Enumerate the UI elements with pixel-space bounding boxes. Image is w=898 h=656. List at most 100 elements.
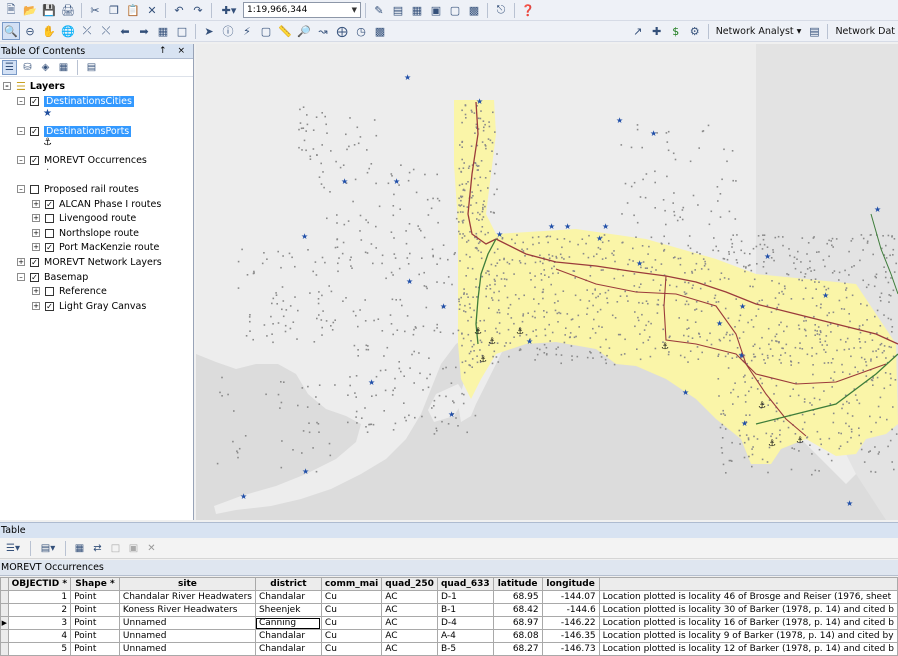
layer-visibility-checkbox[interactable]: ✓	[30, 272, 39, 282]
expand-icon[interactable]: +	[32, 243, 40, 251]
gear-icon[interactable]: ⚙	[686, 22, 704, 40]
table-of-contents-icon[interactable]: ▤	[389, 1, 407, 19]
full-extent-icon[interactable]: 🌐	[59, 22, 77, 40]
zoom-in-icon[interactable]: 🔍	[2, 22, 20, 40]
layer-visibility-checkbox[interactable]	[45, 286, 54, 296]
table-cell[interactable]: -144.6	[541, 603, 600, 617]
table-cell[interactable]: 4	[7, 629, 72, 643]
table-cell[interactable]: Location plotted is locality 46 of Brosg…	[598, 590, 898, 604]
layer-basemap[interactable]: – ✓ Basemap	[17, 270, 88, 284]
table-cell[interactable]: B-1	[436, 603, 494, 617]
cut-icon[interactable]: ✂	[86, 1, 104, 19]
layer-visibility-checkbox[interactable]: ✓	[45, 199, 54, 209]
row-selector[interactable]	[0, 590, 9, 604]
row-selector[interactable]	[0, 642, 9, 656]
table-cell[interactable]: Canning	[254, 616, 322, 630]
back-extent-icon[interactable]: ⬅	[116, 22, 134, 40]
table-cell[interactable]: A-4	[436, 629, 494, 643]
table-cell[interactable]: AC	[381, 616, 438, 630]
table-cell[interactable]: Chandalar	[254, 590, 322, 604]
column-header[interactable]: quad_250	[381, 577, 438, 591]
layer-proposed-rail-routes[interactable]: – Proposed rail routes	[17, 182, 139, 196]
switch-selection-icon[interactable]: ⇄	[90, 541, 105, 556]
delete-selected-icon[interactable]: ▣	[126, 541, 141, 556]
network-dataset-dropdown[interactable]: Network Dat	[832, 26, 898, 37]
new-document-icon[interactable]: 🗎	[2, 1, 20, 19]
collapse-icon[interactable]: –	[17, 156, 25, 164]
time-slider-icon[interactable]: ◷	[352, 22, 370, 40]
list-by-visibility-icon[interactable]: ◈	[38, 60, 53, 75]
table-cell[interactable]: Chandalar River Headwaters	[118, 590, 256, 604]
column-header[interactable]: site	[118, 577, 256, 591]
delete-icon[interactable]: ✕	[143, 1, 161, 19]
list-by-drawing-order-icon[interactable]: ☰	[2, 60, 17, 75]
table-cell[interactable]: 68.97	[492, 616, 543, 630]
table-cell[interactable]: -146.22	[541, 616, 600, 630]
viewer-window-icon[interactable]: ▩	[371, 22, 389, 40]
table-cell[interactable]: Cu	[320, 642, 383, 656]
column-header[interactable]: Shape *	[70, 577, 120, 591]
table-cell[interactable]: -146.73	[541, 642, 600, 656]
expand-icon[interactable]: +	[32, 229, 40, 237]
layer-visibility-checkbox[interactable]	[45, 228, 54, 238]
arctoolbox-icon[interactable]: ▢	[446, 1, 464, 19]
related-tables-icon[interactable]: ▤▾	[37, 541, 59, 556]
column-header[interactable]: quad_633	[436, 577, 494, 591]
table-cell[interactable]: Point	[70, 629, 120, 643]
table-cell[interactable]: Location plotted is locality 9 of Barker…	[598, 629, 898, 643]
row-selector[interactable]	[0, 629, 9, 643]
table-cell[interactable]: AC	[381, 603, 438, 617]
table-cell[interactable]: Chandalar	[254, 629, 322, 643]
toc-options-icon[interactable]: ▤	[84, 60, 99, 75]
table-cell[interactable]: Sheenjek	[254, 603, 322, 617]
table-cell[interactable]: Cu	[320, 590, 383, 604]
table-cell[interactable]: Unnamed	[118, 629, 256, 643]
table-cell[interactable]: D-1	[436, 590, 494, 604]
collapse-icon[interactable]: –	[17, 97, 25, 105]
table-cell[interactable]: Location plotted is locality 30 of Barke…	[598, 603, 898, 617]
network-analyst-menu[interactable]: Network Analyst ▾	[713, 26, 805, 37]
table-cell[interactable]: 3	[7, 616, 72, 630]
map-canvas[interactable]: ★★★★★ ★★★★ ★ ★★★★★★ ★★★★★★★★★★★★★ ⚓⚓⚓⚓⚓⚓⚓ ⚓	[196, 44, 898, 520]
create-network-location-icon[interactable]: ✚	[648, 22, 666, 40]
layer-reference[interactable]: + Reference	[32, 284, 107, 298]
layers-root[interactable]: – ☰ Layers	[3, 79, 65, 93]
identify-icon[interactable]: ⓘ	[219, 22, 237, 40]
python-window-icon[interactable]: ▩	[465, 1, 483, 19]
list-by-source-icon[interactable]: ⛁	[20, 60, 35, 75]
forward-extent-icon[interactable]: ➡	[135, 22, 153, 40]
table-cell[interactable]: Cu	[320, 629, 383, 643]
collapse-icon[interactable]: –	[3, 82, 11, 90]
table-row[interactable]: ▶ 3 Point Unnamed Canning Cu AC D-4 68.97 -146.22…	[0, 616, 898, 630]
model-builder-icon[interactable]: ⎋	[492, 1, 510, 19]
add-data-icon[interactable]: ✚▾	[216, 1, 242, 19]
table-cell[interactable]: AC	[381, 629, 438, 643]
table-options-icon[interactable]: ☰▾	[2, 541, 24, 556]
go-to-xy-icon[interactable]: ⨁	[333, 22, 351, 40]
layer-port-mackenzie-route[interactable]: + ✓ Port MacKenzie route	[32, 240, 159, 254]
dollar-icon[interactable]: $	[667, 22, 685, 40]
layer-light-gray-canvas[interactable]: + ✓ Light Gray Canvas	[32, 299, 146, 313]
fixed-zoom-out-icon[interactable]: ⤬	[97, 22, 115, 40]
row-header-corner[interactable]	[0, 577, 9, 591]
clear-selection-icon[interactable]: □	[173, 22, 191, 40]
print-icon[interactable]: 🖨	[59, 1, 77, 19]
table-cell[interactable]: Point	[70, 603, 120, 617]
pan-hand-icon[interactable]: ✋	[40, 22, 58, 40]
redo-icon[interactable]: ↷	[189, 1, 207, 19]
undo-icon[interactable]: ↶	[170, 1, 188, 19]
table-cell[interactable]: D-4	[436, 616, 494, 630]
layer-northslope-route[interactable]: + Northslope route	[32, 226, 139, 240]
table-cell[interactable]: Point	[70, 616, 120, 630]
layer-morevt-occurrences[interactable]: – ✓ MOREVT Occurrences	[17, 153, 147, 167]
expand-icon[interactable]: +	[32, 200, 40, 208]
map-scale-dropdown[interactable]: 1:19,966,344 ▼	[243, 2, 361, 18]
find-route-icon[interactable]: ↝	[314, 22, 332, 40]
network-solve-icon[interactable]: ↗	[629, 22, 647, 40]
delete-selected-x-icon[interactable]: ✕	[144, 541, 159, 556]
column-header[interactable]: OBJECTID *	[7, 577, 72, 591]
layer-visibility-checkbox[interactable]	[45, 213, 54, 223]
table-cell[interactable]: 68.42	[492, 603, 543, 617]
expand-icon[interactable]: +	[17, 258, 25, 266]
row-selector[interactable]: ▶	[0, 616, 9, 630]
